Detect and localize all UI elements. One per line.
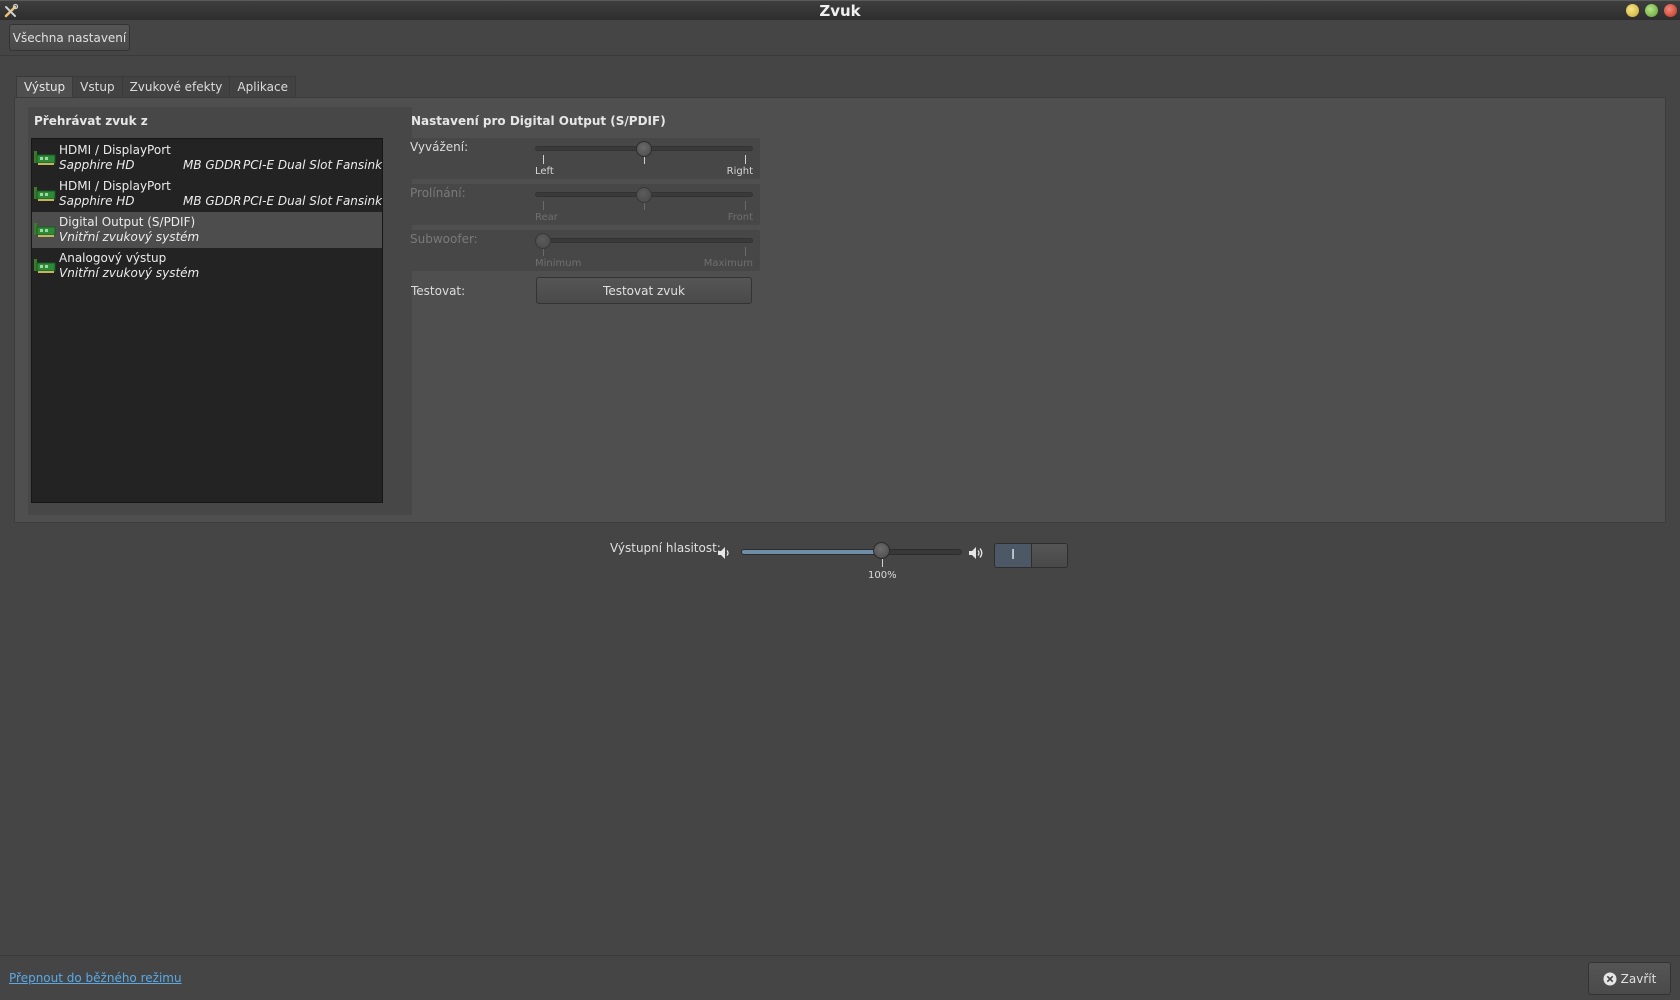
volume-knob[interactable] [873, 542, 890, 559]
close-icon [1603, 972, 1617, 985]
sound-card-icon [34, 187, 56, 201]
slider-knob [535, 233, 551, 249]
toolbar: Všechna nastavení [0, 20, 1680, 56]
minimize-button[interactable] [1626, 4, 1639, 17]
slider-tick [745, 201, 746, 210]
switch-handle [1031, 544, 1067, 567]
slider-track [535, 238, 753, 243]
slider-tick [745, 247, 746, 256]
subwoofer-max-label: Maximum [703, 258, 753, 269]
close-label: Zavřít [1620, 971, 1657, 986]
slider-knob[interactable] [636, 141, 652, 157]
close-button[interactable]: Zavřít [1588, 962, 1671, 995]
test-label: Testovat: [411, 284, 466, 298]
subwoofer-setting: Subwoofer: Minimum Maximum [410, 230, 760, 271]
subwoofer-min-label: Minimum [535, 258, 582, 269]
volume-low-icon[interactable] [716, 545, 732, 561]
device-name: HDMI / DisplayPort [59, 143, 171, 157]
window-close-button[interactable] [1664, 4, 1677, 17]
device-item-hdmi-2[interactable]: HDMI / DisplayPort Sapphire HD MB GDDR P… [32, 176, 382, 212]
device-list-title: Přehrávat zvuk z [34, 114, 148, 128]
device-item-hdmi-1[interactable]: HDMI / DisplayPort Sapphire HD MB GDDR P… [32, 140, 382, 176]
volume-100-label: 100% [868, 570, 897, 581]
tab-output[interactable]: Výstup [16, 76, 74, 97]
title-bar: Zvuk [0, 0, 1680, 20]
fade-setting: Prolínání: Rear Front [410, 184, 760, 225]
device-name: Digital Output (S/PDIF) [59, 215, 196, 229]
device-description: Vnitřní zvukový systém [59, 230, 200, 244]
all-settings-button[interactable]: Všechna nastavení [9, 24, 130, 51]
balance-setting: Vyvážení: Left Right [410, 138, 760, 179]
volume-high-icon[interactable] [968, 545, 984, 561]
mute-switch[interactable]: I [994, 543, 1068, 568]
device-description-slot: PCI-E Dual Slot Fansink [243, 158, 383, 172]
subwoofer-slider: Minimum Maximum [535, 233, 753, 269]
output-volume-slider[interactable] [741, 549, 962, 555]
maximize-button[interactable] [1645, 4, 1658, 17]
bottom-bar: Přepnout do běžného režimu Zavřít [0, 955, 1680, 1000]
fade-label: Prolínání: [410, 186, 466, 200]
sound-card-icon [34, 259, 56, 273]
slider-knob [636, 187, 652, 203]
slider-tick [745, 155, 746, 164]
device-item-analog[interactable]: Analogový výstup Vnitřní zvukový systém [32, 248, 382, 284]
device-list[interactable]: HDMI / DisplayPort Sapphire HD MB GDDR P… [31, 138, 383, 503]
sound-card-icon [34, 151, 56, 165]
balance-slider[interactable]: Left Right [535, 141, 753, 177]
slider-tick [543, 201, 544, 210]
window-title: Zvuk [819, 2, 861, 20]
volume-100-tick [882, 559, 883, 567]
tab-input[interactable]: Vstup [72, 76, 123, 97]
tab-applications[interactable]: Aplikace [229, 76, 296, 97]
device-description-memory: MB GDDR [183, 194, 242, 208]
output-volume-label: Výstupní hlasitost: [610, 541, 721, 555]
switch-on-part: I [995, 544, 1031, 567]
device-description: Sapphire HD [59, 158, 135, 172]
device-description: Vnitřní zvukový systém [59, 266, 200, 280]
fade-front-label: Front [727, 212, 753, 223]
tab-sound-effects[interactable]: Zvukové efekty [121, 76, 231, 97]
balance-label: Vyvážení: [410, 140, 469, 154]
volume-fill [742, 550, 883, 554]
fade-slider: Rear Front [535, 187, 753, 223]
device-name: Analogový výstup [59, 251, 167, 265]
settings-title: Nastavení pro Digital Output (S/PDIF) [411, 114, 666, 128]
device-item-spdif[interactable]: Digital Output (S/PDIF) Vnitřní zvukový … [32, 212, 382, 248]
device-description: Sapphire HD [59, 194, 135, 208]
slider-tick [543, 155, 544, 164]
device-description-slot: PCI-E Dual Slot Fansink [243, 194, 383, 208]
output-panel: Přehrávat zvuk z HDMI / DisplayPort Sapp… [14, 97, 1666, 523]
device-name: HDMI / DisplayPort [59, 179, 171, 193]
balance-right-label: Right [726, 166, 753, 177]
test-sound-button[interactable]: Testovat zvuk [536, 277, 752, 304]
device-description-memory: MB GDDR [183, 158, 242, 172]
tab-bar: Výstup Vstup Zvukové efekty Aplikace [16, 76, 296, 97]
balance-left-label: Left [535, 166, 554, 177]
switch-mode-link[interactable]: Přepnout do běžného režimu [9, 971, 182, 985]
sound-card-icon [34, 223, 56, 237]
fade-rear-label: Rear [535, 212, 558, 223]
subwoofer-label: Subwoofer: [410, 232, 478, 246]
